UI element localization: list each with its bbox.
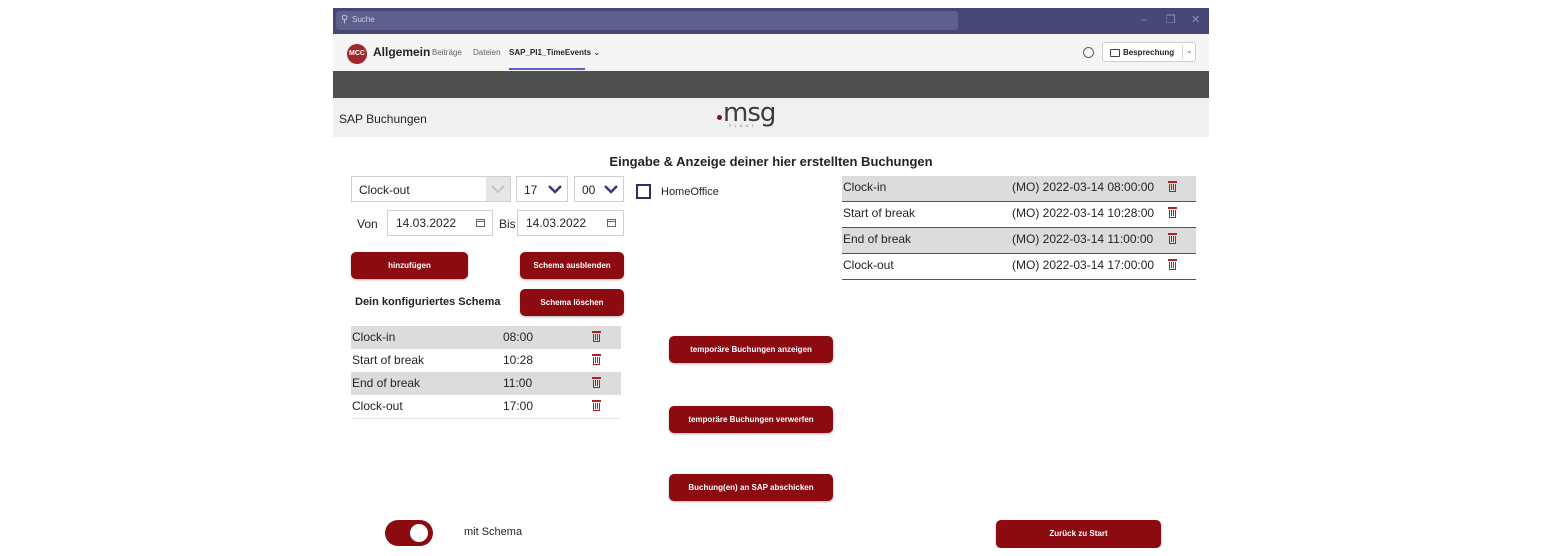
booking-type: End of break <box>843 232 912 246</box>
schema-toggle[interactable] <box>385 520 433 546</box>
table-row: Start of break 10:28 <box>351 349 621 372</box>
schema-time: 08:00 <box>503 330 534 344</box>
title-bar: ⚲ Suche – ❐ ✕ <box>333 8 1209 34</box>
booking-type: Start of break <box>843 206 916 220</box>
schema-time: 17:00 <box>503 399 534 413</box>
table-divider <box>351 418 621 419</box>
trash-icon[interactable] <box>592 354 601 365</box>
maximize-button[interactable]: ❐ <box>1166 14 1176 26</box>
minute-dropdown[interactable]: 00 <box>574 176 624 202</box>
channel-header: MCC Allgemein Beiträge Dateien SAP_PI1_T… <box>333 34 1209 72</box>
schema-type: Clock-out <box>352 399 403 413</box>
event-type-dropdown[interactable]: Clock-out <box>351 176 511 202</box>
booking-type: Clock-out <box>843 258 894 272</box>
channel-title: Allgemein <box>373 45 431 59</box>
search-icon: ⚲ <box>341 14 349 25</box>
booking-timestamp: (MO) 2022-03-14 11:00:00 <box>1012 232 1154 246</box>
schema-heading: Dein konfiguriertes Schema <box>355 296 501 308</box>
meeting-button-label: Besprechung <box>1123 48 1175 57</box>
row-divider <box>842 279 1196 280</box>
table-row: Clock-in 08:00 <box>351 326 621 349</box>
schema-type: Clock-in <box>352 330 396 344</box>
from-label: Von <box>357 217 378 231</box>
team-avatar: MCC <box>347 44 367 64</box>
trash-icon[interactable] <box>592 400 601 411</box>
trash-icon[interactable] <box>1168 181 1177 192</box>
homeoffice-checkbox[interactable] <box>636 184 651 199</box>
chevron-down-icon <box>548 185 562 194</box>
active-tab-indicator <box>509 68 585 70</box>
meeting-button[interactable]: Besprechung ⌄ <box>1102 42 1196 62</box>
toggle-label: mit Schema <box>464 526 523 538</box>
show-temp-bookings-button[interactable]: temporäre Buchungen anzeigen <box>669 336 833 363</box>
chevron-down-icon <box>604 185 618 194</box>
teams-window: ⚲ Suche – ❐ ✕ MCC Allgemein Beiträge Dat… <box>333 8 1209 548</box>
table-row: End of break (MO) 2022-03-14 11:00:00 <box>842 228 1196 253</box>
booking-type: Clock-in <box>843 180 887 194</box>
camera-icon <box>1110 49 1120 57</box>
app-toolbar-band <box>333 71 1209 98</box>
add-button[interactable]: hinzufügen <box>351 252 468 279</box>
hide-schema-button[interactable]: Schema ausblenden <box>520 252 624 279</box>
app-title: SAP Buchungen <box>339 112 427 126</box>
from-date-picker[interactable]: 14.03.2022 <box>387 210 493 236</box>
discard-temp-bookings-button[interactable]: temporäre Buchungen verwerfen <box>669 406 833 433</box>
schema-type: Start of break <box>352 353 425 367</box>
back-to-start-button[interactable]: Zurück zu Start <box>996 520 1161 548</box>
send-to-sap-button[interactable]: Buchung(en) an SAP abschicken <box>669 474 833 501</box>
search-placeholder: Suche <box>352 15 375 24</box>
booking-timestamp: (MO) 2022-03-14 17:00:00 <box>1012 258 1155 272</box>
search-input[interactable]: ⚲ Suche <box>336 11 958 30</box>
homeoffice-label: HomeOffice <box>661 186 719 198</box>
booking-timestamp: (MO) 2022-03-14 10:28:00 <box>1012 206 1155 220</box>
hour-dropdown[interactable]: 17 <box>516 176 568 202</box>
booking-timestamp: (MO) 2022-03-14 08:00:00 <box>1012 180 1155 194</box>
trash-icon[interactable] <box>1168 233 1177 244</box>
schema-time: 11:00 <box>503 376 533 390</box>
tab-beitraege[interactable]: Beiträge <box>432 48 462 57</box>
page-title: Eingabe & Anzeige deiner hier erstellten… <box>609 154 933 169</box>
trash-icon[interactable] <box>592 331 601 342</box>
table-row: Clock-out (MO) 2022-03-14 17:00:00 <box>842 254 1196 279</box>
schema-time: 10:28 <box>503 353 534 367</box>
table-row: End of break 11:00 <box>351 372 621 395</box>
close-button[interactable]: ✕ <box>1191 14 1200 26</box>
table-row: Clock-out 17:00 <box>351 395 621 418</box>
logo-subtitle: PLAUT <box>729 123 757 128</box>
schema-type: End of break <box>352 376 421 390</box>
event-type-value: Clock-out <box>359 183 410 197</box>
meeting-button-divider <box>1182 45 1183 59</box>
from-date-value: 14.03.2022 <box>396 216 457 230</box>
chevron-down-icon <box>486 177 510 201</box>
trash-icon[interactable] <box>1168 207 1177 218</box>
tab-sap-timeevents[interactable]: SAP_PI1_TimeEvents ⌄ <box>509 48 600 57</box>
chevron-down-icon[interactable]: ⌄ <box>1186 46 1193 55</box>
delete-schema-button[interactable]: Schema löschen <box>520 289 624 316</box>
msg-logo: msg PLAUT <box>711 98 781 130</box>
app-header: SAP Buchungen msg PLAUT <box>333 98 1209 137</box>
calendar-icon[interactable] <box>607 219 616 227</box>
chat-icon[interactable] <box>1083 47 1094 58</box>
trash-icon[interactable] <box>1168 259 1177 270</box>
to-date-picker[interactable]: 14.03.2022 <box>517 210 624 236</box>
trash-icon[interactable] <box>592 377 601 388</box>
logo-dot <box>717 115 722 120</box>
table-row: Start of break (MO) 2022-03-14 10:28:00 <box>842 202 1196 227</box>
calendar-icon[interactable] <box>476 219 485 227</box>
minute-value: 00 <box>582 183 596 197</box>
to-date-value: 14.03.2022 <box>526 216 587 230</box>
toggle-knob <box>410 524 428 542</box>
tab-dateien[interactable]: Dateien <box>473 48 501 57</box>
to-label: Bis <box>499 217 516 231</box>
minimize-button[interactable]: – <box>1141 14 1147 26</box>
hour-value: 17 <box>524 183 538 197</box>
table-row: Clock-in (MO) 2022-03-14 08:00:00 <box>842 176 1196 201</box>
